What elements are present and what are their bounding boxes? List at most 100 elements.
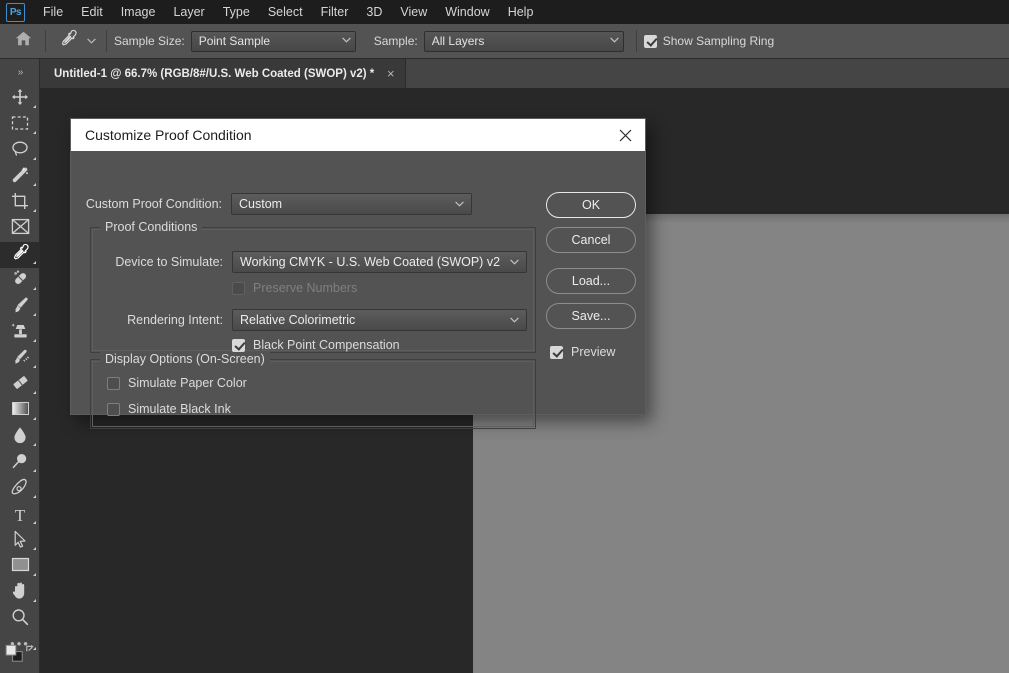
pen-tool[interactable] [0, 476, 40, 502]
crop-tool[interactable] [0, 190, 40, 216]
rendering-intent-value: Relative Colorimetric [240, 313, 356, 327]
device-to-simulate-label: Device to Simulate: [115, 255, 223, 269]
document-tab-title: Untitled-1 @ 66.7% (RGB/8#/U.S. Web Coat… [54, 67, 375, 80]
menu-layer[interactable]: Layer [164, 2, 213, 22]
menu-filter[interactable]: Filter [312, 2, 358, 22]
rectangle-icon [11, 557, 30, 577]
eyedropper-icon [10, 243, 30, 268]
blur-tool[interactable] [0, 424, 40, 450]
dodge-tool[interactable] [0, 450, 40, 476]
checkbox-box [107, 376, 120, 390]
rendering-intent-label: Rendering Intent: [127, 313, 223, 327]
tool-group-corner-icon [33, 339, 36, 342]
pen-icon [11, 478, 29, 501]
chevron-down-icon [455, 201, 464, 207]
tool-group-corner-icon [33, 443, 36, 446]
black-point-compensation-label: Black Point Compensation [253, 338, 400, 352]
menu-image[interactable]: Image [112, 2, 165, 22]
tool-group-corner-icon [33, 521, 36, 524]
active-tool-preset-button[interactable] [53, 26, 83, 56]
tool-group-corner-icon [33, 599, 36, 602]
dialog-body: Custom Proof Condition: Custom Proof Con… [71, 151, 645, 429]
tool-group-corner-icon [33, 131, 36, 134]
simulate-paper-color-label: Simulate Paper Color [128, 376, 247, 390]
ok-button[interactable]: OK [546, 192, 636, 218]
brush-tool[interactable] [0, 294, 40, 320]
sample-label: Sample: [373, 34, 418, 48]
hand-icon [11, 581, 29, 605]
display-options-group: Display Options (On-Screen) Simulate Pap… [90, 352, 536, 429]
close-icon [619, 129, 631, 141]
custom-proof-condition-label: Custom Proof Condition: [85, 197, 222, 211]
tool-preset-chevron-down-icon[interactable] [83, 27, 99, 55]
proof-conditions-group: Proof Conditions Device to Simulate: Wor… [90, 220, 536, 353]
cancel-button[interactable]: Cancel [546, 227, 636, 253]
tool-group-corner-icon [33, 417, 36, 420]
object-selection-tool[interactable] [0, 164, 40, 190]
menu-file[interactable]: File [34, 2, 72, 22]
eraser-icon [11, 374, 30, 396]
photoshop-window: Ps File Edit Image Layer Type Select Fil… [0, 0, 1009, 673]
menu-window[interactable]: Window [436, 2, 498, 22]
custom-proof-condition-select[interactable]: Custom [231, 193, 472, 215]
device-to-simulate-select[interactable]: Working CMYK - U.S. Web Coated (SWOP) v2 [232, 251, 527, 273]
rectangle-tool[interactable] [0, 554, 40, 580]
marquee-icon [11, 115, 29, 136]
sample-size-label: Sample Size: [114, 34, 185, 48]
dialog-close-button[interactable] [613, 123, 637, 147]
eraser-tool[interactable] [0, 372, 40, 398]
document-tab[interactable]: Untitled-1 @ 66.7% (RGB/8#/U.S. Web Coat… [40, 59, 407, 88]
dodge-icon [11, 452, 29, 475]
simulate-black-ink-checkbox[interactable]: Simulate Black Ink [107, 402, 231, 416]
eyedropper-tool[interactable] [0, 242, 40, 268]
history-brush-tool[interactable] [0, 346, 40, 372]
sample-size-select[interactable]: Point Sample [190, 30, 356, 52]
menu-3d[interactable]: 3D [357, 2, 391, 22]
preview-label: Preview [571, 345, 616, 359]
save-button[interactable]: Save... [546, 303, 636, 329]
menu-type[interactable]: Type [214, 2, 259, 22]
sample-select[interactable]: All Layers [423, 30, 624, 52]
menu-select[interactable]: Select [259, 2, 312, 22]
lasso-icon [11, 140, 29, 163]
frame-tool[interactable] [0, 216, 40, 242]
rendering-intent-select[interactable]: Relative Colorimetric [232, 309, 527, 331]
menu-help[interactable]: Help [499, 2, 543, 22]
hand-tool[interactable] [0, 580, 40, 606]
customize-proof-condition-dialog: Customize Proof Condition Custom Proof C… [70, 118, 646, 429]
clone-stamp-icon [11, 322, 30, 345]
lasso-tool[interactable] [0, 138, 40, 164]
tool-group-corner-icon [33, 495, 36, 498]
close-icon[interactable]: × [384, 66, 397, 81]
history-brush-icon [11, 348, 30, 371]
crop-icon [11, 192, 29, 215]
chevron-down-icon [510, 317, 519, 323]
move-tool[interactable] [0, 86, 40, 112]
zoom-tool[interactable] [0, 606, 40, 632]
tool-group-corner-icon [33, 547, 36, 550]
preview-checkbox[interactable]: Preview [550, 345, 636, 359]
gradient-tool[interactable] [0, 398, 40, 424]
rectangular-marquee-tool[interactable] [0, 112, 40, 138]
panel-collapse-button[interactable]: » [0, 59, 40, 86]
load-button[interactable]: Load... [546, 268, 636, 294]
path-selection-arrow-icon [13, 530, 27, 553]
type-tool[interactable]: T [0, 502, 40, 528]
color-swatches[interactable] [4, 643, 38, 669]
black-point-compensation-checkbox[interactable]: Black Point Compensation [232, 338, 400, 352]
simulate-paper-color-checkbox[interactable]: Simulate Paper Color [107, 376, 247, 390]
magic-wand-icon [11, 166, 29, 189]
document-tab-bar: Untitled-1 @ 66.7% (RGB/8#/U.S. Web Coat… [0, 59, 1009, 88]
show-sampling-ring-checkbox[interactable]: Show Sampling Ring [643, 34, 775, 48]
path-selection-tool[interactable] [0, 528, 40, 554]
tool-group-corner-icon [33, 365, 36, 368]
home-button[interactable] [8, 26, 38, 56]
menu-view[interactable]: View [391, 2, 436, 22]
clone-stamp-tool[interactable] [0, 320, 40, 346]
menu-edit[interactable]: Edit [72, 2, 112, 22]
options-bar: Sample Size: Point Sample Sample: All La… [0, 24, 1009, 59]
spot-healing-brush-tool[interactable] [0, 268, 40, 294]
brush-icon [11, 296, 29, 319]
show-sampling-ring-label: Show Sampling Ring [662, 34, 775, 48]
menu-bar: Ps File Edit Image Layer Type Select Fil… [0, 0, 1009, 24]
